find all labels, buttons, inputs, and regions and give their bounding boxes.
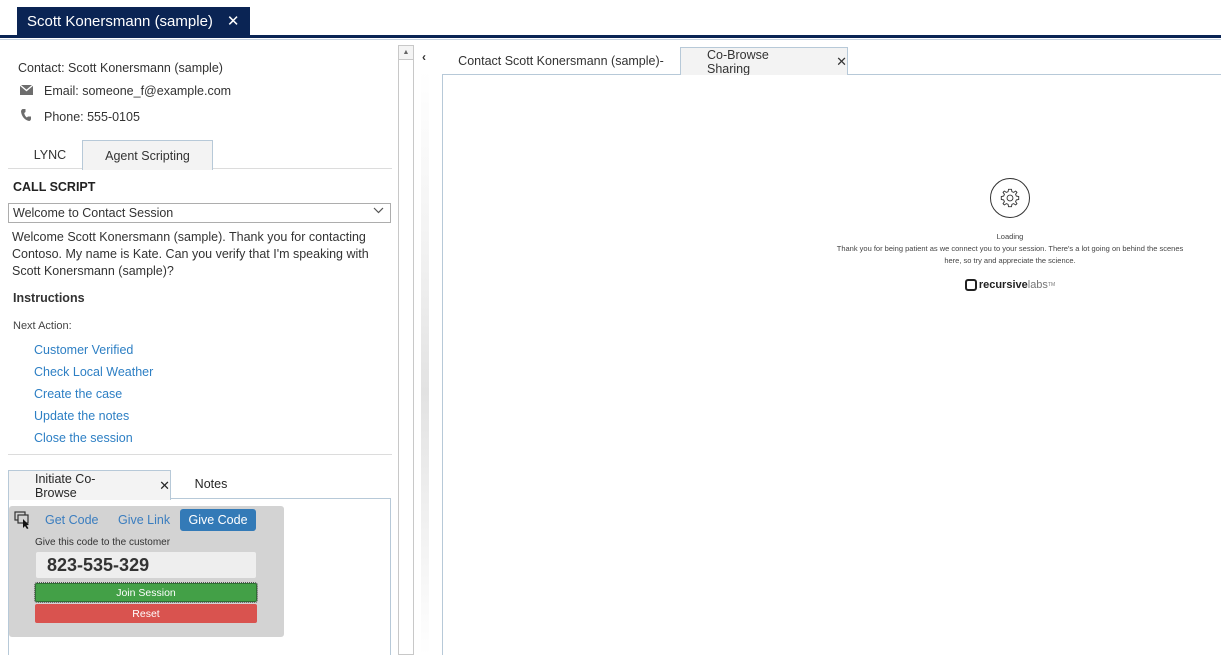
scroll-up-arrow-icon[interactable]: ▲ [399,46,413,60]
tab-initiate-cobrowse-label: Initiate Co-Browse [35,471,96,500]
session-tab[interactable]: Scott Konersmann (sample) ✕ [17,7,250,35]
envelope-icon [18,84,34,98]
contact-title: Contact: Scott Konersmann (sample) [18,61,223,75]
session-code: 823-535-329 [36,552,256,578]
loading-message: Thank you for being patient as we connec… [836,244,1184,265]
tab-contact[interactable]: Contact Scott Konersmann (sample)- [442,47,680,75]
session-tab-label: Scott Konersmann (sample) [27,12,213,30]
cobrowse-widget: Get Code Give Link Give Code Give this c… [9,506,284,637]
tab-cobrowse-sharing-label: Co-Browse Sharing [707,48,769,76]
cobrowse-tabs: Initiate Co-Browse ✕ Notes [8,470,391,500]
next-action-label: Next Action: [13,320,72,332]
brand-light: labs [1027,279,1048,291]
tab-initiate-cobrowse[interactable]: Initiate Co-Browse ✕ [8,470,171,500]
contact-phone: Phone: 555-0105 [18,109,140,124]
loading-panel: Loading Thank you for being patient as w… [830,178,1190,291]
tab-cobrowse-sharing[interactable]: Co-Browse Sharing ✕ [680,47,848,76]
cobrowse-screens-icon [14,511,30,529]
action-link-create-the-case[interactable]: Create the case [34,387,153,409]
collapse-panel-chevron-icon[interactable]: ‹ [422,50,426,64]
next-action-list: Customer Verified Check Local Weather Cr… [34,343,153,453]
session-tab-bar: Scott Konersmann (sample) ✕ [0,0,1221,40]
brand-bold: recursive [978,279,1028,291]
chevron-down-icon [373,205,384,217]
contact-email: Email: someone_f@example.com [18,84,231,98]
give-link-link[interactable]: Give Link [118,513,170,527]
recursive-labs-mark-icon [964,279,977,291]
call-script-select[interactable]: Welcome to Contact Session [8,203,391,223]
close-icon[interactable]: ✕ [836,54,847,70]
action-link-close-the-session[interactable]: Close the session [34,431,153,453]
action-link-update-the-notes[interactable]: Update the notes [34,409,153,431]
action-link-customer-verified[interactable]: Customer Verified [34,343,153,365]
left-panel: Contact: Scott Konersmann (sample) Email… [8,44,392,655]
call-script-selected: Welcome to Contact Session [13,206,174,220]
gear-icon [990,178,1030,218]
close-icon[interactable]: ✕ [159,478,170,494]
get-code-link[interactable]: Get Code [45,513,99,527]
action-link-check-local-weather[interactable]: Check Local Weather [34,365,153,387]
brand-tm: TM [1047,282,1056,288]
tab-notes[interactable]: Notes [171,470,251,499]
phone-icon [18,109,34,124]
right-panel-tabs: Contact Scott Konersmann (sample)- Co-Br… [442,47,1221,76]
reset-button[interactable]: Reset [35,604,257,623]
join-session-button[interactable]: Join Session [34,582,258,603]
phone-text[interactable]: Phone: 555-0105 [44,110,140,124]
splitter-shadow[interactable] [421,70,429,655]
call-script-text: Welcome Scott Konersmann (sample). Thank… [12,230,369,278]
code-instruction: Give this code to the customer [35,537,171,548]
email-text[interactable]: Email: someone_f@example.com [44,84,231,98]
cobrowse-sharing-content [442,75,1221,655]
left-panel-scrollbar[interactable]: ▲ [398,45,414,655]
tab-agent-scripting[interactable]: Agent Scripting [82,140,213,170]
instructions-heading: Instructions [13,291,85,305]
call-script-heading: CALL SCRIPT [13,180,96,194]
loading-label: Loading [996,232,1024,241]
give-code-button[interactable]: Give Code [180,509,256,531]
script-tabs: LYNC Agent Scripting [8,140,392,170]
section-divider [8,454,392,455]
close-icon[interactable]: ✕ [227,12,240,30]
recursive-labs-logo: recursive labs TM [830,279,1190,291]
tab-lync[interactable]: LYNC [18,140,82,169]
